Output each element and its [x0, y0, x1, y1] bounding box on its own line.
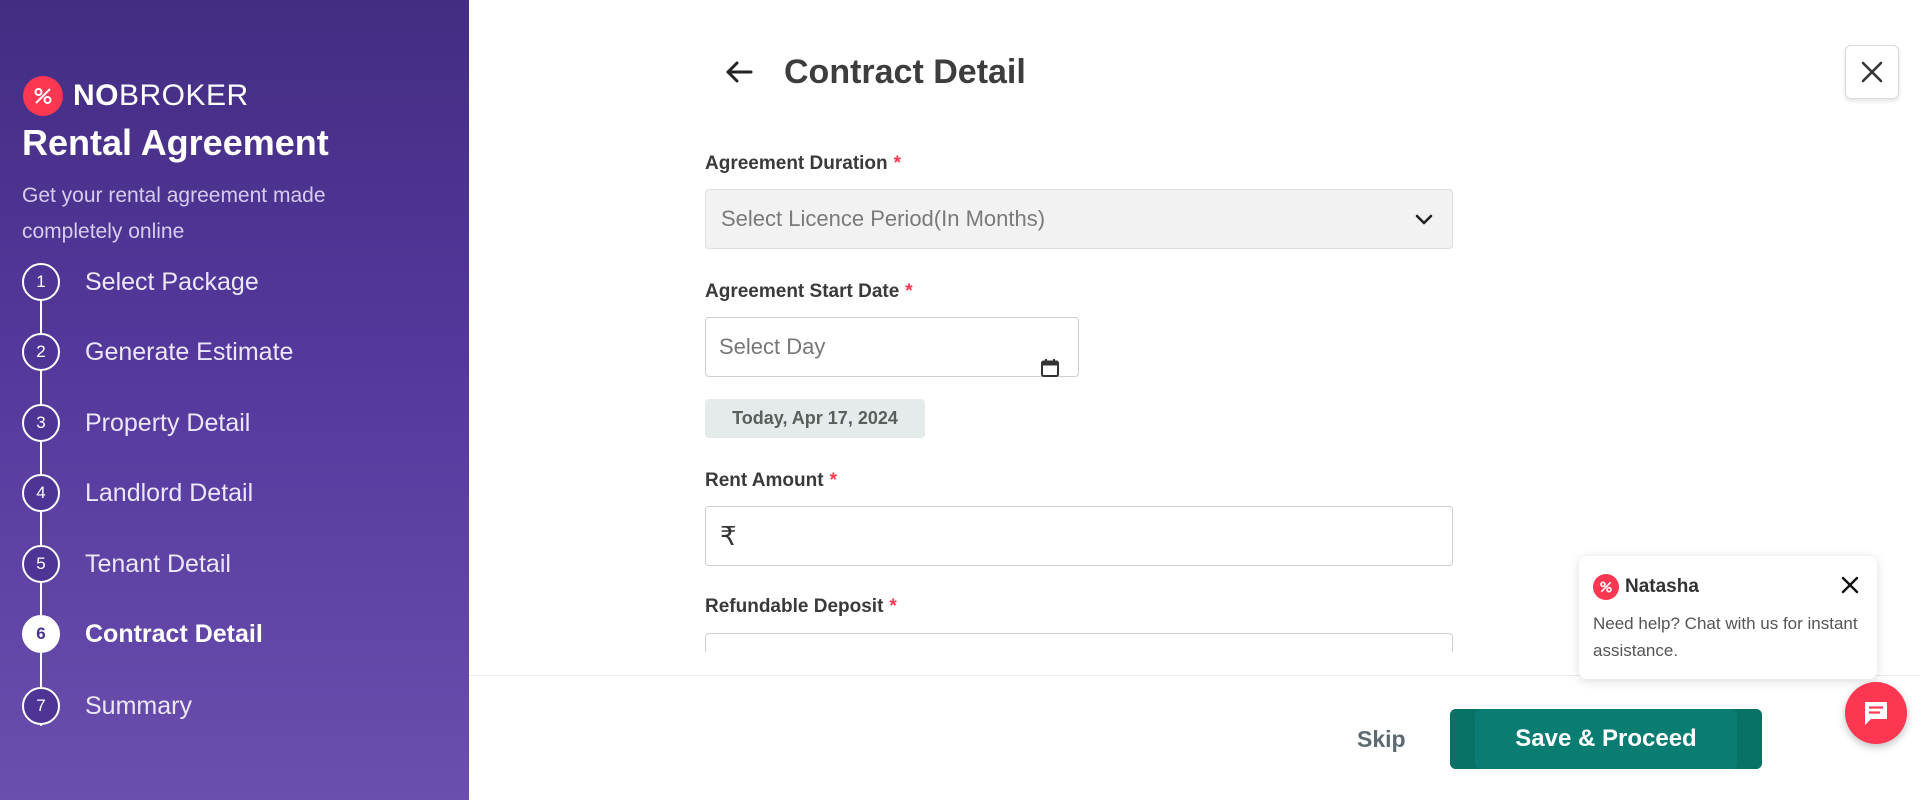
close-icon — [1861, 61, 1883, 83]
chat-close-button[interactable] — [1841, 576, 1859, 599]
step-tenant-detail[interactable]: 5 Tenant Detail — [22, 544, 442, 584]
step-contract-detail[interactable]: 6 Contract Detail — [22, 614, 442, 654]
chevron-down-icon — [1415, 214, 1433, 225]
step-number-active: 6 — [22, 615, 60, 653]
step-landlord-detail[interactable]: 4 Landlord Detail — [22, 473, 442, 513]
step-property-detail[interactable]: 3 Property Detail — [22, 403, 442, 443]
agreement-start-date-label: Agreement Start Date * — [705, 281, 913, 302]
refundable-deposit-input[interactable]: ₹ — [705, 633, 1453, 652]
start-date-placeholder: Select Day — [719, 334, 826, 359]
close-button[interactable] — [1845, 45, 1899, 99]
chat-message: Need help? Chat with us for instant assi… — [1593, 614, 1858, 660]
arrow-left-icon — [726, 61, 753, 83]
rupee-icon: ₹ — [720, 520, 737, 551]
refundable-deposit-label: Refundable Deposit * — [705, 596, 897, 617]
step-label: Property Detail — [85, 408, 251, 437]
today-date-chip[interactable]: Today, Apr 17, 2024 — [705, 399, 925, 438]
brand-name: NOBROKER — [73, 79, 249, 112]
save-proceed-button[interactable]: Save & Proceed — [1450, 709, 1762, 769]
agreement-duration-select[interactable]: Select Licence Period(In Months) — [705, 189, 1453, 249]
step-label-active: Contract Detail — [85, 619, 263, 648]
nobroker-logo-icon — [1593, 574, 1619, 600]
chat-header: Natasha — [1593, 574, 1699, 600]
brand-logo[interactable]: NOBROKER — [23, 76, 249, 116]
step-generate-estimate[interactable]: 2 Generate Estimate — [22, 332, 442, 372]
step-label: Landlord Detail — [85, 478, 254, 507]
sidebar-subtitle: Get your rental agreement made completel… — [22, 184, 326, 243]
page-header: Contract Detail — [719, 52, 1026, 92]
chat-bubble-icon — [1865, 702, 1887, 725]
step-label: Generate Estimate — [85, 337, 294, 366]
step-number: 4 — [22, 474, 60, 512]
rent-amount-input[interactable]: ₹ — [705, 506, 1453, 566]
agreement-duration-label: Agreement Duration * — [705, 153, 902, 174]
page-title: Contract Detail — [784, 52, 1026, 91]
skip-button[interactable]: Skip — [1357, 726, 1406, 753]
close-icon — [1841, 576, 1859, 594]
back-button[interactable] — [719, 52, 759, 92]
sidebar-title: Rental Agreement — [22, 122, 329, 163]
step-summary[interactable]: 7 Summary — [22, 686, 442, 726]
rent-amount-label: Rent Amount * — [705, 470, 837, 491]
chat-agent-name: Natasha — [1625, 576, 1699, 597]
calendar-icon[interactable] — [1040, 358, 1060, 378]
chat-popup[interactable]: Natasha Need help? Chat with us for inst… — [1579, 556, 1877, 679]
step-number: 7 — [22, 687, 60, 725]
chat-launcher-button[interactable] — [1845, 682, 1907, 744]
rupee-icon: ₹ — [720, 648, 737, 653]
step-number: 5 — [22, 545, 60, 583]
step-label: Tenant Detail — [85, 549, 231, 578]
agreement-duration-placeholder: Select Licence Period(In Months) — [721, 206, 1046, 231]
step-label: Select Package — [85, 267, 259, 296]
step-number: 2 — [22, 333, 60, 371]
contract-form: Agreement Duration * Select Licence Perio… — [705, 150, 1455, 652]
main-content: Contract Detail Agreement Duration * Sele… — [469, 0, 1920, 800]
step-select-package[interactable]: 1 Select Package — [22, 262, 442, 302]
step-number: 1 — [22, 263, 60, 301]
step-number: 3 — [22, 404, 60, 442]
sidebar: NOBROKER Rental Agreement Get your renta… — [0, 0, 469, 800]
step-label: Summary — [85, 691, 192, 720]
nobroker-logo-icon — [23, 76, 63, 116]
agreement-start-date-input[interactable]: Select Day — [705, 317, 1079, 377]
form-footer: Skip Save & Proceed — [469, 675, 1920, 800]
